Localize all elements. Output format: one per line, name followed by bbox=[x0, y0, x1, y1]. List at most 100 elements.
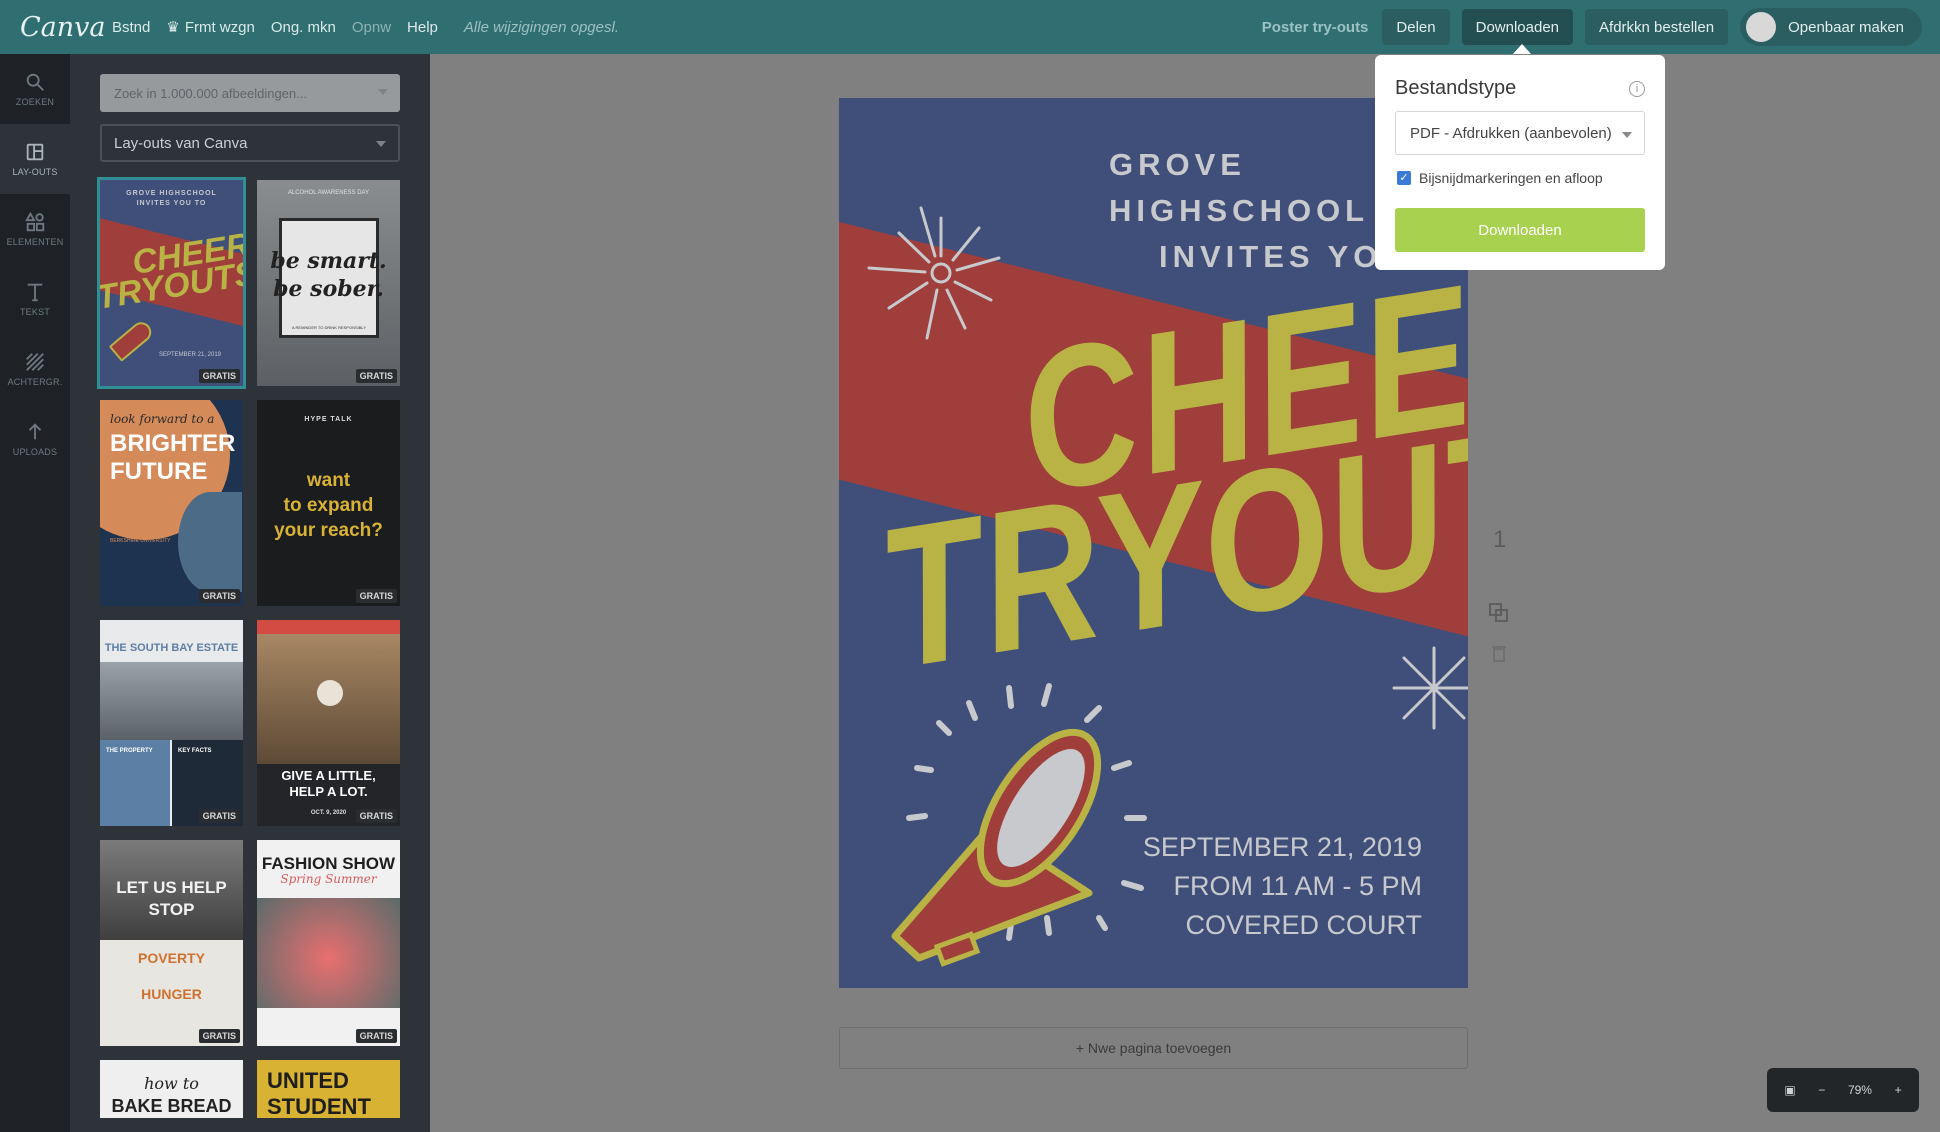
download-confirm-button[interactable]: Downloaden bbox=[1395, 208, 1645, 252]
thumb-text: STOP bbox=[148, 900, 195, 919]
rail-background-label: ACHTERGR. bbox=[7, 377, 63, 387]
thumb-text: SEPTEMBER 21, 2019 bbox=[158, 352, 222, 358]
chevron-down-icon bbox=[378, 89, 388, 95]
layout-thumb-cheer[interactable]: GROVE HIGHSCHOOL INVITES YOU TO CHEER TR… bbox=[97, 177, 246, 389]
sparkle-icon bbox=[1392, 646, 1468, 730]
top-bar: Canva Bstnd ♛ Frmt wzgn Ong. mkn Opnw He… bbox=[0, 0, 1940, 54]
page-number: 1 bbox=[1493, 526, 1507, 553]
rail-elements-label: ELEMENTEN bbox=[6, 237, 64, 247]
duplicate-page-icon[interactable] bbox=[1488, 602, 1510, 624]
background-icon bbox=[26, 353, 44, 371]
thumb-text: LET US HELP bbox=[116, 878, 227, 897]
rail-uploads-label: UPLOADS bbox=[12, 447, 58, 457]
crop-marks-option[interactable]: ✓ Bijsnijdmarkeringen en afloop bbox=[1397, 170, 1603, 186]
menu-undo[interactable]: Ong. mkn bbox=[271, 19, 336, 36]
thumb-text: UNITED bbox=[267, 1068, 349, 1093]
menu-help[interactable]: Help bbox=[407, 19, 438, 36]
thumb-text: BAKE BREAD bbox=[111, 1096, 232, 1116]
chevron-down-icon bbox=[1622, 132, 1632, 138]
thumb-text: GROVE HIGHSCHOOL bbox=[126, 190, 217, 197]
layout-source-select[interactable]: Lay-outs van Canva bbox=[100, 124, 400, 162]
free-badge: GRATIS bbox=[355, 1029, 397, 1043]
rail-text-label: TEKST bbox=[19, 307, 50, 317]
elements-icon bbox=[25, 211, 45, 232]
add-page-button[interactable]: + Nwe pagina toevoegen bbox=[839, 1027, 1468, 1069]
layouts-panel: Zoek in 1.000.000 afbeeldingen... Lay-ou… bbox=[70, 54, 430, 1132]
megaphone-icon[interactable] bbox=[859, 678, 1179, 968]
document-title[interactable]: Poster try-outs bbox=[1262, 19, 1369, 36]
zoom-in-button[interactable]: + bbox=[1895, 1083, 1902, 1097]
thumb-text: THE SOUTH BAY ESTATE bbox=[104, 642, 239, 654]
rail-layouts-label: LAY-OUTS bbox=[12, 167, 58, 177]
upload-icon bbox=[28, 423, 42, 440]
poster-page[interactable]: GROVE HIGHSCHOOL INVITES YOU TO CHEER TR… bbox=[839, 98, 1468, 988]
layout-thumb-bread[interactable]: how to BAKE BREAD bbox=[100, 1060, 243, 1118]
crop-marks-checkbox[interactable]: ✓ bbox=[1397, 171, 1411, 185]
thumb-text: POVERTY bbox=[138, 950, 205, 966]
info-icon[interactable]: i bbox=[1629, 81, 1645, 97]
thumb-text: be sober. bbox=[273, 276, 384, 302]
free-badge: GRATIS bbox=[355, 369, 397, 383]
free-badge: GRATIS bbox=[355, 809, 397, 823]
zoom-level[interactable]: 79% bbox=[1848, 1083, 1872, 1097]
share-button[interactable]: Delen bbox=[1382, 9, 1450, 45]
file-type-select[interactable]: PDF - Afdrukken (aanbevolen) bbox=[1395, 111, 1645, 155]
layout-thumb-future[interactable]: look forward to a BRIGHTER FUTURE BERKSH… bbox=[100, 400, 243, 606]
top-actions: Poster try-outs Delen Downloaden Afdrkkn… bbox=[1262, 0, 1922, 54]
free-badge: GRATIS bbox=[198, 589, 240, 603]
layout-thumb-give[interactable]: GIVE A LITTLE, HELP A LOT. OCT. 9, 2020 … bbox=[257, 620, 400, 826]
poster-time: FROM 11 AM - 5 PM bbox=[1173, 871, 1422, 901]
menu-file[interactable]: Bstnd bbox=[112, 19, 150, 36]
image-search-input[interactable]: Zoek in 1.000.000 afbeeldingen... bbox=[100, 74, 400, 112]
menu-resize[interactable]: ♛ Frmt wzgn bbox=[166, 18, 255, 37]
download-button[interactable]: Downloaden bbox=[1461, 9, 1574, 45]
layout-thumb-united[interactable]: UNITED STUDENT bbox=[257, 1060, 400, 1118]
thumb-text: your reach? bbox=[274, 520, 383, 541]
canva-logo[interactable]: Canva bbox=[20, 12, 106, 43]
poster-event-details[interactable]: SEPTEMBER 21, 2019 FROM 11 AM - 5 PM COV… bbox=[1143, 828, 1422, 945]
rail-elements[interactable]: ELEMENTEN bbox=[0, 194, 70, 264]
thumb-text: BRIGHTER bbox=[110, 430, 236, 457]
thumb-text: GIVE A LITTLE, bbox=[281, 768, 376, 783]
layout-thumb-hype[interactable]: HYPE TALK want to expand your reach? GRA… bbox=[257, 400, 400, 606]
zoom-controls: ▣ − 79% + bbox=[1767, 1068, 1919, 1112]
thumb-text: THE PROPERTY bbox=[106, 748, 153, 754]
layout-thumb-sober[interactable]: ALCOHOL AWARENESS DAY be smart. be sober… bbox=[257, 180, 400, 386]
thumb-text: BERKSHIRE UNIVERSITY bbox=[110, 538, 171, 544]
ice-cream-icon bbox=[317, 680, 343, 706]
rail-layouts[interactable]: LAY-OUTS bbox=[0, 124, 70, 194]
thumb-text: how to bbox=[144, 1074, 199, 1093]
order-prints-button[interactable]: Afdrkkn bestellen bbox=[1585, 9, 1729, 45]
free-badge: GRATIS bbox=[198, 369, 240, 383]
side-rail: ZOEKEN LAY-OUTS ELEMENTEN TEKST ACHTERGR… bbox=[0, 54, 70, 1132]
image-search-placeholder: Zoek in 1.000.000 afbeeldingen... bbox=[114, 85, 307, 101]
rail-search[interactable]: ZOEKEN bbox=[0, 54, 70, 124]
poster-date: SEPTEMBER 21, 2019 bbox=[1142, 832, 1422, 862]
layout-thumb-poverty[interactable]: LET US HELP STOP POVERTY HUNGER GRATIS bbox=[100, 840, 243, 1046]
rail-background[interactable]: ACHTERGR. bbox=[0, 334, 70, 404]
chevron-down-icon bbox=[376, 141, 386, 147]
thumb-text: KEY FACTS bbox=[178, 748, 212, 754]
present-icon[interactable]: ▣ bbox=[1784, 1083, 1795, 1097]
thumb-text: INVITES YOU TO bbox=[136, 200, 207, 207]
menu-redo[interactable]: Opnw bbox=[352, 19, 391, 36]
zoom-out-button[interactable]: − bbox=[1818, 1083, 1825, 1097]
layout-thumb-estate[interactable]: THE SOUTH BAY ESTATE THE PROPERTY KEY FA… bbox=[100, 620, 243, 826]
delete-page-icon[interactable] bbox=[1488, 642, 1510, 664]
file-type-value: PDF - Afdrukken (aanbevolen) bbox=[1410, 124, 1612, 142]
rail-uploads[interactable]: UPLOADS bbox=[0, 404, 70, 474]
file-type-heading: Bestandstype bbox=[1395, 77, 1517, 99]
thumb-text: to expand bbox=[283, 495, 374, 516]
thumb-text: Spring Summer bbox=[280, 872, 377, 886]
thumb-text: HUNGER bbox=[141, 986, 202, 1002]
free-badge: GRATIS bbox=[198, 1029, 240, 1043]
thumb-text: STUDENT bbox=[267, 1094, 371, 1118]
layout-thumb-fashion[interactable]: FASHION SHOW Spring Summer GRATIS bbox=[257, 840, 400, 1046]
free-badge: GRATIS bbox=[198, 809, 240, 823]
firework-icon bbox=[867, 206, 1001, 340]
thumb-text: A REMINDER TO DRINK RESPONSIBLY bbox=[291, 325, 367, 330]
menu-resize-label: Frmt wzgn bbox=[184, 18, 255, 36]
make-public-button[interactable]: Openbaar maken bbox=[1740, 8, 1922, 46]
layout-source-value: Lay-outs van Canva bbox=[114, 134, 248, 152]
rail-text[interactable]: TEKST bbox=[0, 264, 70, 334]
